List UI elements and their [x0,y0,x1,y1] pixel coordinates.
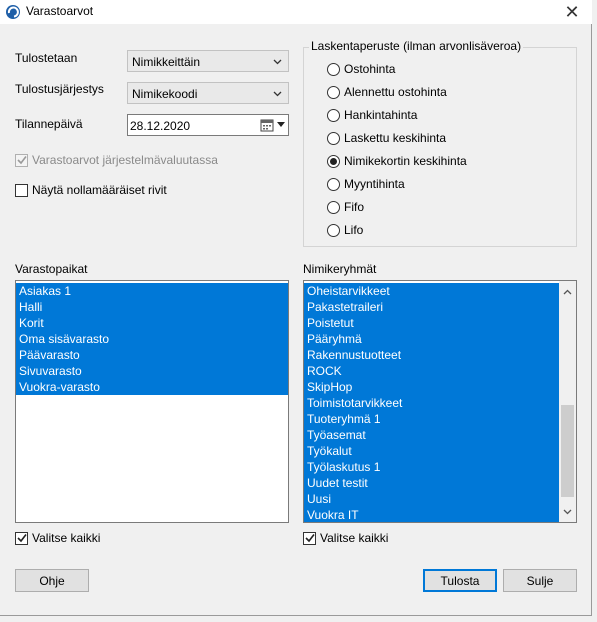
list-item[interactable]: ROCK [304,363,559,379]
chevron-down-icon [273,59,282,65]
list-item[interactable]: Pääryhmä [304,331,559,347]
close-icon[interactable]: ✕ [558,0,586,24]
radio-label: Lifo [344,223,364,237]
close-button[interactable]: Sulje [503,569,577,592]
radio-option[interactable]: Laskettu keskihinta [327,131,446,145]
jarjestys-value: Nimikekoodi [132,87,198,101]
radio-option[interactable]: Myyntihinta [327,177,405,191]
radio-selected-dot [330,157,337,165]
scrollbar[interactable] [559,281,576,522]
radio-option[interactable]: Fifo [327,200,364,214]
list-item[interactable]: SkipHop [304,379,559,395]
radio-button[interactable] [327,131,340,145]
print-button[interactable]: Tulosta [423,569,497,592]
checkmark-icon [16,156,27,165]
jarjestys-label: Tulostusjärjestys [15,82,104,96]
help-button[interactable]: Ohje [15,569,89,592]
checkmark-icon [16,534,27,543]
title-bar: Varastoarvot ✕ [0,0,592,24]
radio-button[interactable] [327,223,340,237]
tulostetaan-label: Tulostetaan [15,51,78,65]
chevron-down-icon [273,91,282,97]
window-title: Varastoarvot [26,4,94,18]
radio-button[interactable] [327,200,340,214]
varastopaikat-list[interactable]: Asiakas 1 Halli Korit Oma sisävarasto Päävar… [15,280,289,523]
radio-option[interactable]: Ostohinta [327,62,395,76]
dialog-window: Varastoarvot ✕ Tulostetaan Nimikkeittäin… [0,0,592,616]
radio-option[interactable]: Hankintahinta [327,108,417,122]
tulostetaan-value: Nimikkeittäin [132,55,201,69]
radio-label: Alennettu ostohinta [344,85,447,99]
radio-button[interactable] [327,108,340,122]
radio-label: Myyntihinta [344,177,405,191]
radio-button[interactable] [327,177,340,191]
varastopaikat-select-all-checkbox[interactable] [15,531,28,545]
radio-label: Ostohinta [344,62,396,76]
list-item[interactable]: Asiakas 1 [16,283,288,299]
list-item[interactable]: Pakastetraileri [304,299,559,315]
list-item[interactable]: Työkalut [304,443,559,459]
list-item[interactable]: Vuokra IT [304,507,559,522]
list-item[interactable]: Oma sisävarasto [16,331,288,347]
paiva-label: Tilannepäivä [15,117,83,131]
radio-label: Fifo [344,200,365,214]
laskentaperuste-group [303,47,577,247]
list-item[interactable]: Vuokra-varasto [16,379,288,395]
nimikeryhmat-select-all-row[interactable]: Valitse kaikki [303,531,388,545]
jarjestys-select[interactable]: Nimikekoodi [127,82,289,104]
date-value: 28.12.2020 [130,119,191,133]
app-logo-icon [5,4,21,20]
scroll-down-icon[interactable] [559,503,576,520]
radio-label: Laskettu keskihinta [344,131,447,145]
list-item[interactable]: Työlaskutus 1 [304,459,559,475]
scroll-up-icon[interactable] [559,283,576,300]
nimikeryhmat-select-all-label: Valitse kaikki [320,531,389,545]
tulostetaan-select[interactable]: Nimikkeittäin [127,50,289,72]
jarjestelmavaluutta-label: Varastoarvot järjestelmävaluutassa [32,153,218,167]
date-picker[interactable]: 28.12.2020 [127,114,289,136]
list-item[interactable]: Sivuvarasto [16,363,288,379]
list-item[interactable]: Uusi [304,491,559,507]
nimikeryhmat-title: Nimikeryhmät [303,262,377,276]
laskentaperuste-title: Laskentaperuste (ilman arvonlisäveroa) [309,39,524,53]
calendar-icon[interactable] [260,118,274,132]
radio-option[interactable]: Alennettu ostohinta [327,85,447,99]
checkmark-icon [304,534,315,543]
list-item[interactable]: Toimistotarvikkeet [304,395,559,411]
list-item[interactable]: Uudet testit [304,475,559,491]
list-item[interactable]: Työasemat [304,427,559,443]
varastopaikat-select-all-label: Valitse kaikki [32,531,101,545]
nimikeryhmat-select-all-checkbox[interactable] [303,531,316,545]
jarjestelmavaluutta-checkbox-row[interactable]: Varastoarvot järjestelmävaluutassa [15,153,218,167]
scroll-thumb[interactable] [561,405,574,497]
nimikeryhmat-list[interactable]: Oheistarvikkeet Pakastetraileri Poistetut P… [303,280,577,523]
list-item[interactable]: Halli [16,299,288,315]
list-item[interactable]: Oheistarvikkeet [304,283,559,299]
list-item[interactable]: Korit [16,315,288,331]
dropdown-arrow-icon[interactable] [277,122,285,128]
nollamaara-checkbox-row[interactable]: Näytä nollamääräiset rivit [15,183,167,197]
varastopaikat-title: Varastopaikat [15,262,88,276]
list-item[interactable]: Päävarasto [16,347,288,363]
radio-button[interactable] [327,62,340,76]
nollamaara-label: Näytä nollamääräiset rivit [32,183,167,197]
jarjestelmavaluutta-checkbox[interactable] [15,153,28,167]
list-item[interactable]: Poistetut [304,315,559,331]
radio-option[interactable]: Lifo [327,223,363,237]
list-item[interactable]: Tuoteryhmä 1 [304,411,559,427]
varastopaikat-select-all-row[interactable]: Valitse kaikki [15,531,100,545]
nollamaara-checkbox[interactable] [15,183,28,197]
radio-label: Hankintahinta [344,108,418,122]
radio-button[interactable] [327,85,340,99]
list-item[interactable]: Rakennustuotteet [304,347,559,363]
radio-button[interactable] [327,154,340,168]
radio-option[interactable]: Nimikekortin keskihinta [327,154,467,168]
radio-label: Nimikekortin keskihinta [344,154,467,168]
